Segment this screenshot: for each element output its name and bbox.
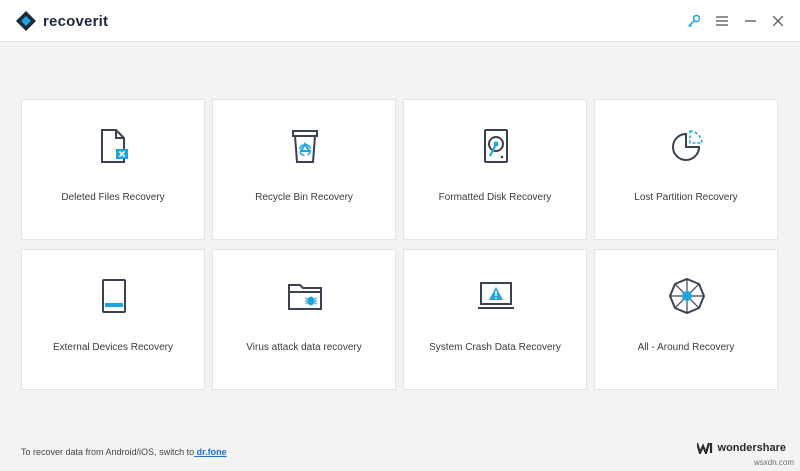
wondershare-logo-icon (696, 442, 712, 454)
footer-switch-text: To recover data from Android/iOS, switch… (21, 447, 227, 457)
card-label: System Crash Data Recovery (429, 342, 561, 353)
deleted-file-icon (101, 129, 128, 163)
lost-partition-icon (672, 130, 703, 161)
key-button[interactable] (680, 12, 708, 30)
watermark-text: wsxdn.com (753, 458, 794, 467)
card-formatted-disk-recovery[interactable]: Formatted Disk Recovery (403, 99, 587, 240)
card-label: Deleted Files Recovery (61, 192, 165, 203)
card-virus-attack-data-recovery[interactable]: Virus attack data recovery (212, 249, 396, 390)
card-external-devices-recovery[interactable]: External Devices Recovery (21, 249, 205, 390)
recovery-mode-grid: Deleted Files Recovery Recycle Bin Recov… (21, 99, 779, 390)
menu-icon (716, 16, 728, 26)
card-label: Recycle Bin Recovery (255, 192, 353, 203)
all-around-icon (668, 277, 706, 315)
close-button[interactable] (764, 12, 792, 30)
brand-name: wondershare (717, 442, 786, 454)
card-label: Formatted Disk Recovery (438, 192, 552, 203)
recoverit-logo-icon (16, 11, 36, 31)
virus-folder-icon (288, 284, 322, 310)
formatted-disk-icon (484, 129, 508, 163)
menu-button[interactable] (708, 12, 736, 30)
card-label: Lost Partition Recovery (634, 192, 738, 203)
app-name: recoverit (43, 12, 109, 30)
footer-text: To recover data from Android/iOS, switch… (21, 447, 195, 457)
minimize-icon (744, 20, 756, 22)
card-all-around-recovery[interactable]: All - Around Recovery (594, 249, 778, 390)
card-label: External Devices Recovery (52, 342, 174, 353)
system-crash-icon (478, 282, 514, 309)
card-recycle-bin-recovery[interactable]: Recycle Bin Recovery (212, 99, 396, 240)
title-bar: recoverit (0, 0, 800, 42)
recycle-bin-icon (292, 130, 318, 163)
wondershare-brand: wondershare (696, 442, 786, 454)
card-system-crash-data-recovery[interactable]: System Crash Data Recovery (403, 249, 587, 390)
external-device-icon (102, 279, 126, 313)
app-logo: recoverit (15, 10, 108, 32)
key-icon (687, 14, 701, 28)
card-deleted-files-recovery[interactable]: Deleted Files Recovery (21, 99, 205, 240)
dr-fone-link[interactable]: dr.fone (194, 447, 227, 457)
card-label: All - Around Recovery (637, 342, 735, 353)
card-label: Virus attack data recovery (246, 342, 362, 353)
card-lost-partition-recovery[interactable]: Lost Partition Recovery (594, 99, 778, 240)
minimize-button[interactable] (736, 12, 764, 30)
close-icon (773, 16, 783, 26)
